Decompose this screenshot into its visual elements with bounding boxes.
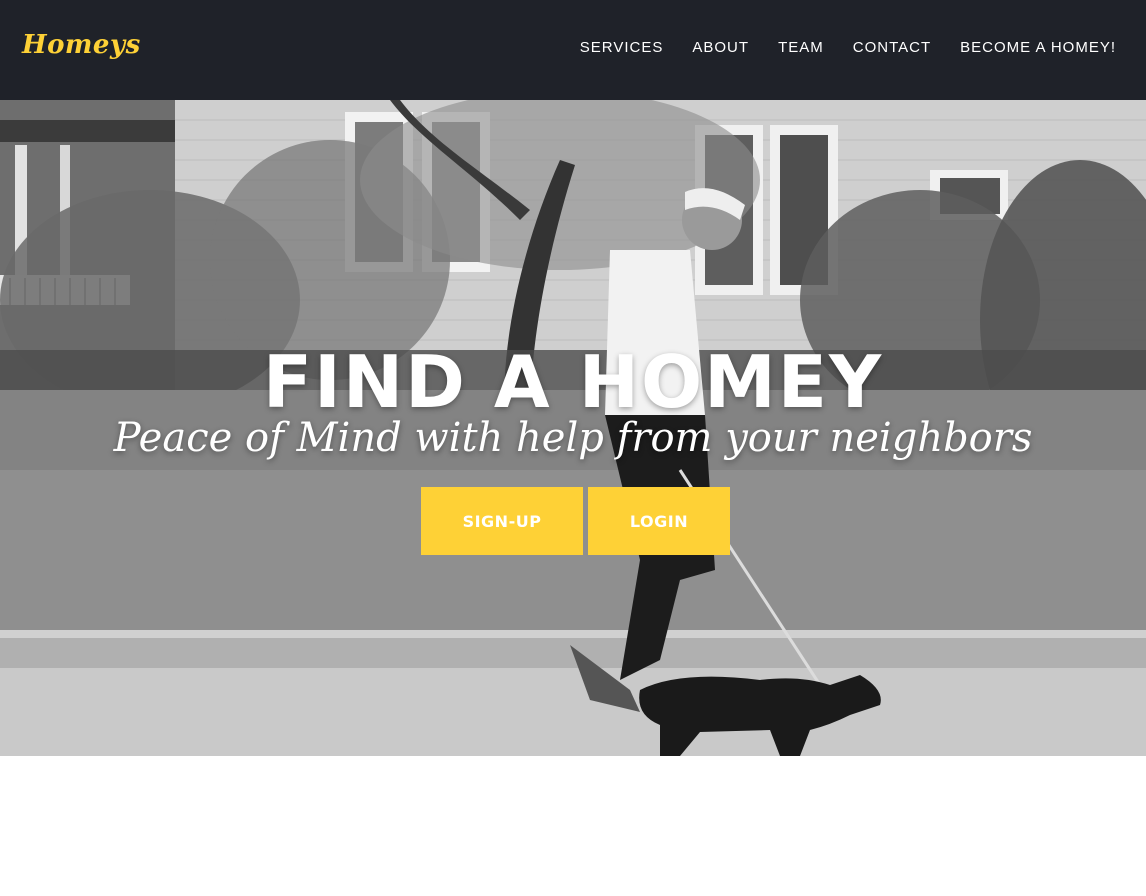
hero-heading: FIND A HOMEY [262,340,884,425]
navbar: Homeys Services About Team Contact Becom… [0,0,1146,100]
hero-buttons: Sign-Up Login [421,487,730,555]
brand-logo[interactable]: Homeys [22,30,141,60]
nav-become-a-homey[interactable]: Become a Homey! [960,39,1116,56]
nav-about[interactable]: About [692,39,749,56]
nav-team[interactable]: Team [778,39,824,56]
nav-services[interactable]: Services [580,39,664,56]
hero-section: FIND A HOMEY Peace of Mind with help fro… [0,100,1146,756]
signup-button[interactable]: Sign-Up [421,487,583,555]
login-button[interactable]: Login [588,487,730,555]
nav-contact[interactable]: Contact [853,39,931,56]
hero-subheading: Peace of Mind with help from your neighb… [113,415,1033,461]
main-nav: Services About Team Contact Become a Hom… [580,39,1116,56]
